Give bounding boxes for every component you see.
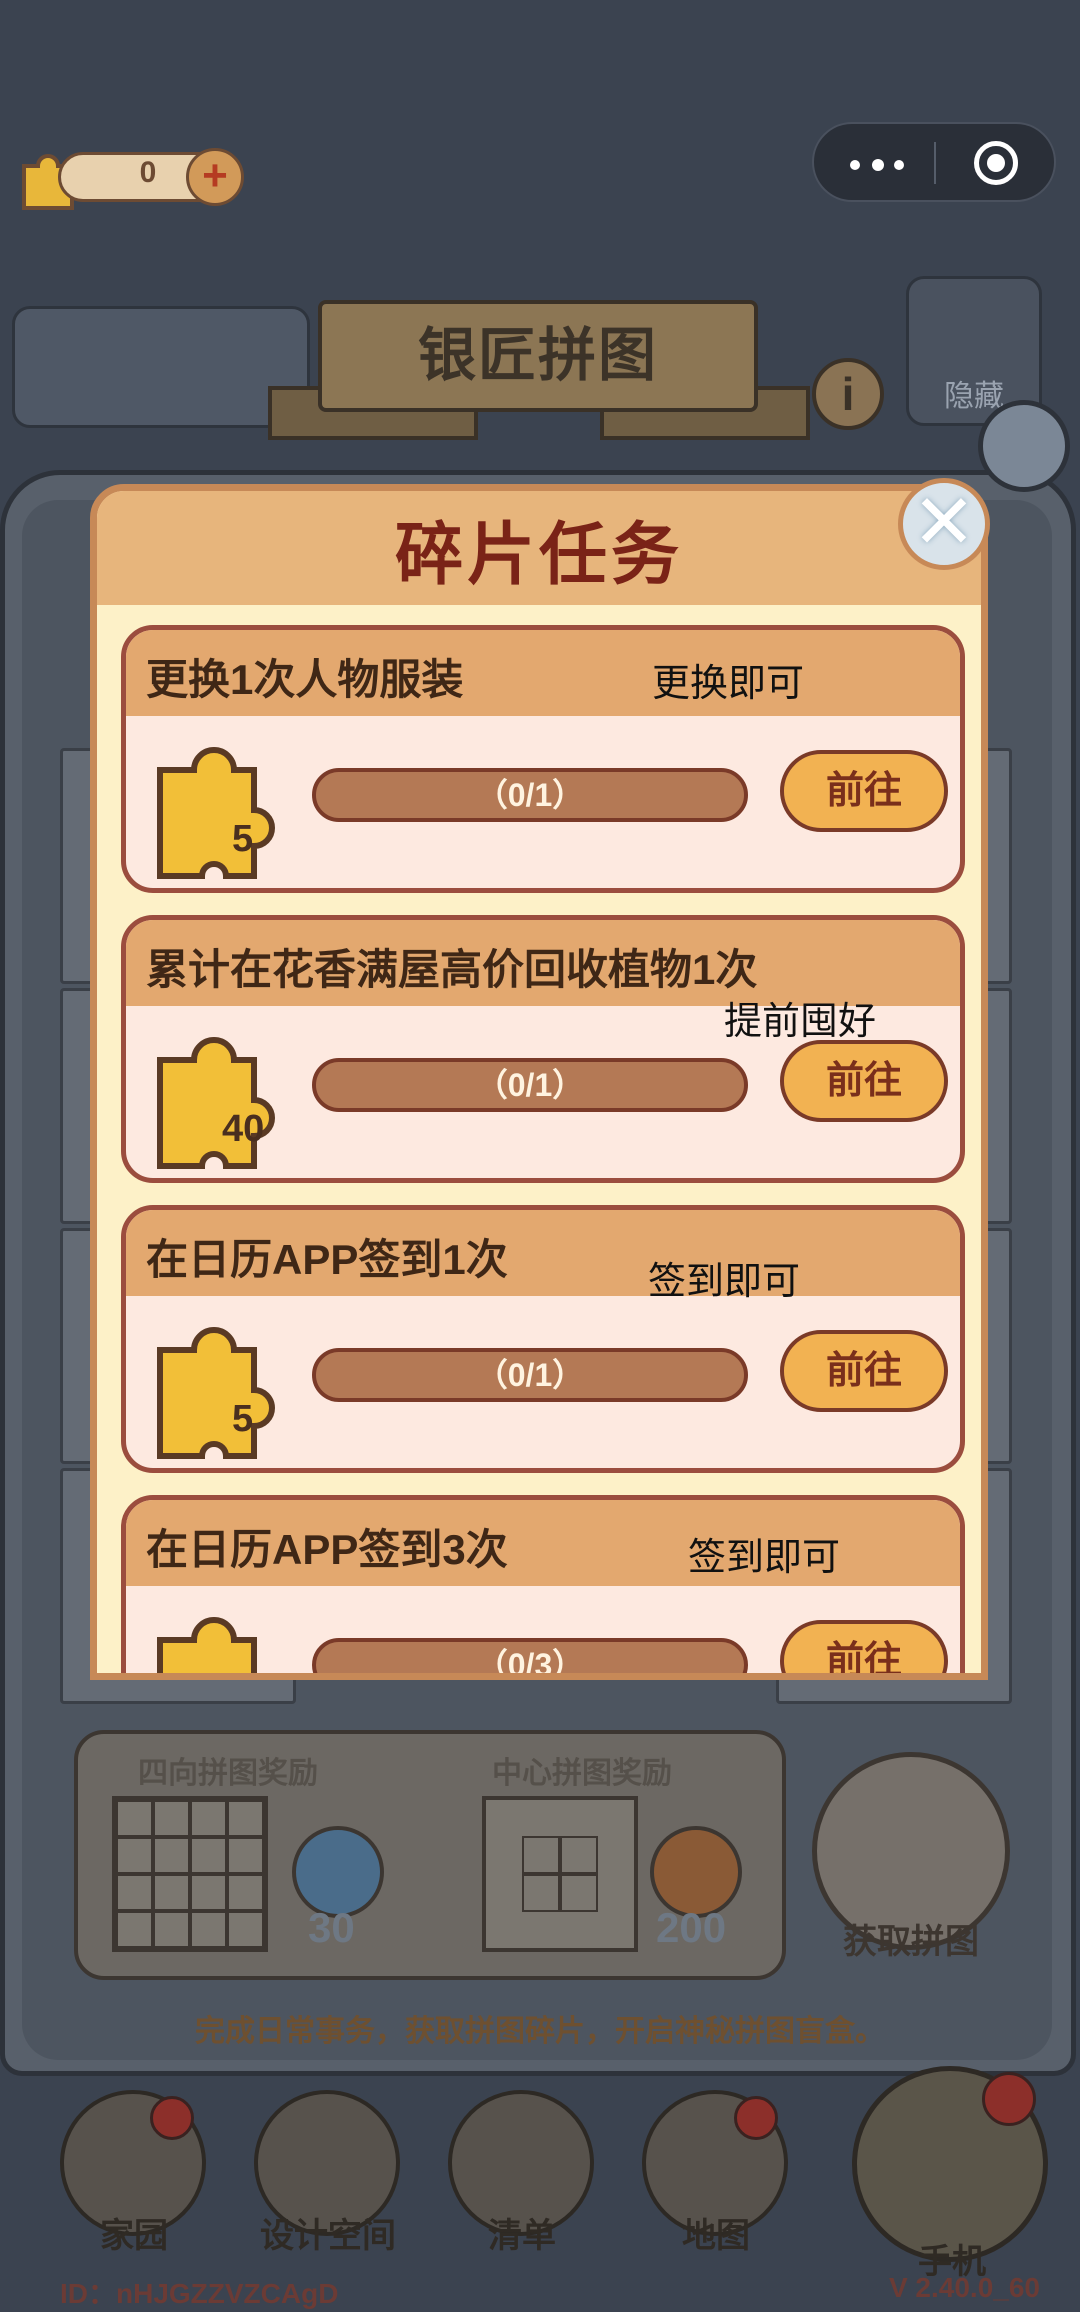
puzzle-piece-icon: [157, 1037, 275, 1169]
task-note: 提前囤好: [724, 1001, 877, 1043]
task-card: 更换1次人物服装 5 （0/1） 前往: [121, 625, 965, 893]
fragment-counter: 0 +: [18, 146, 246, 210]
puzzle-piece-icon: [157, 747, 275, 879]
hint-text: 完成日常事务，获取拼图碎片，开启神秘拼图盲盒。: [195, 2015, 885, 2048]
reward-count: 5: [232, 1398, 254, 1440]
player-id: ID：nHJGZZVZCAgD: [60, 2278, 339, 2309]
progress-text: （0/1）: [475, 1067, 585, 1103]
four-direction-reward-value: 30: [308, 1904, 355, 1951]
fragment-task-dialog: 碎片任务 更换1次人物服装 5 （0/1） 前往 累计在花香满屋高价回收植物1次…: [90, 484, 988, 1680]
task-progress-bar: （0/3）: [312, 1638, 748, 1680]
info-icon: i: [841, 368, 855, 420]
notification-badge: [734, 2096, 778, 2140]
puzzle-piece-icon: [157, 1617, 257, 1673]
board-close-button[interactable]: [978, 400, 1070, 492]
task-title: 在日历APP签到3次: [146, 1526, 508, 1573]
notification-badge: [150, 2096, 194, 2140]
four-direction-grid-icon: [112, 1796, 268, 1952]
puzzle-piece-icon: [157, 1327, 275, 1459]
task-progress-bar: （0/1）: [312, 768, 748, 822]
fragment-count: 0: [139, 156, 157, 189]
task-note: 签到即可: [688, 1537, 841, 1579]
dialog-title: 碎片任务: [394, 517, 683, 593]
plus-icon: +: [202, 151, 228, 200]
go-button[interactable]: 前往: [780, 1040, 948, 1122]
puzzle-title: 银匠拼图: [417, 323, 658, 388]
task-card: 在日历APP签到3次 （0/3） 前往: [121, 1495, 965, 1680]
task-note: 更换即可: [652, 663, 805, 705]
task-card: 累计在花香满屋高价回收植物1次 40 （0/1） 前往: [121, 915, 965, 1183]
close-program-icon[interactable]: [974, 141, 1018, 185]
four-direction-reward-label: 四向拼图奖励: [138, 1757, 318, 1790]
go-button[interactable]: 前往: [780, 1330, 948, 1412]
progress-text: （0/1）: [475, 1357, 585, 1393]
go-button[interactable]: 前往: [780, 1620, 948, 1673]
task-title: 更换1次人物服装: [146, 656, 464, 703]
progress-text: （0/3）: [475, 1647, 585, 1680]
reward-count: 5: [232, 818, 254, 860]
task-progress-bar: （0/1）: [312, 1348, 748, 1402]
close-icon: ✕: [912, 480, 976, 565]
progress-text: （0/1）: [475, 777, 585, 813]
get-puzzle-label: 获取拼图: [843, 1923, 979, 1961]
mini-program-capsule: [812, 122, 1056, 202]
center-reward-value: 200: [656, 1904, 727, 1951]
add-fragment-button[interactable]: +: [186, 148, 244, 206]
nav-home-label: 家园: [100, 2217, 168, 2255]
task-progress-bar: （0/1）: [312, 1058, 748, 1112]
center-grid-icon: [482, 1796, 638, 1952]
task-card: 在日历APP签到1次 5 （0/1） 前往: [121, 1205, 965, 1473]
task-title: 在日历APP签到1次: [146, 1236, 508, 1283]
nav-map-label: 地图: [682, 2217, 750, 2255]
puzzle-title-banner: 银匠拼图: [318, 300, 758, 412]
notification-badge: [982, 2072, 1036, 2126]
version-label: V 2.40.0_60: [888, 2272, 1040, 2303]
task-note: 签到即可: [648, 1261, 801, 1303]
nav-list-label: 清单: [488, 2217, 556, 2255]
nav-design-space-label: 设计空间: [260, 2217, 396, 2255]
info-button[interactable]: i: [812, 358, 884, 430]
go-button[interactable]: 前往: [780, 750, 948, 832]
dialog-close-button[interactable]: ✕: [898, 478, 990, 570]
puzzle-thumbnail[interactable]: [12, 306, 310, 428]
more-menu-icon[interactable]: [850, 159, 904, 171]
task-title: 累计在花香满屋高价回收植物1次: [146, 946, 758, 993]
center-reward-label: 中心拼图奖励: [492, 1757, 672, 1790]
reward-count: 40: [222, 1108, 265, 1150]
